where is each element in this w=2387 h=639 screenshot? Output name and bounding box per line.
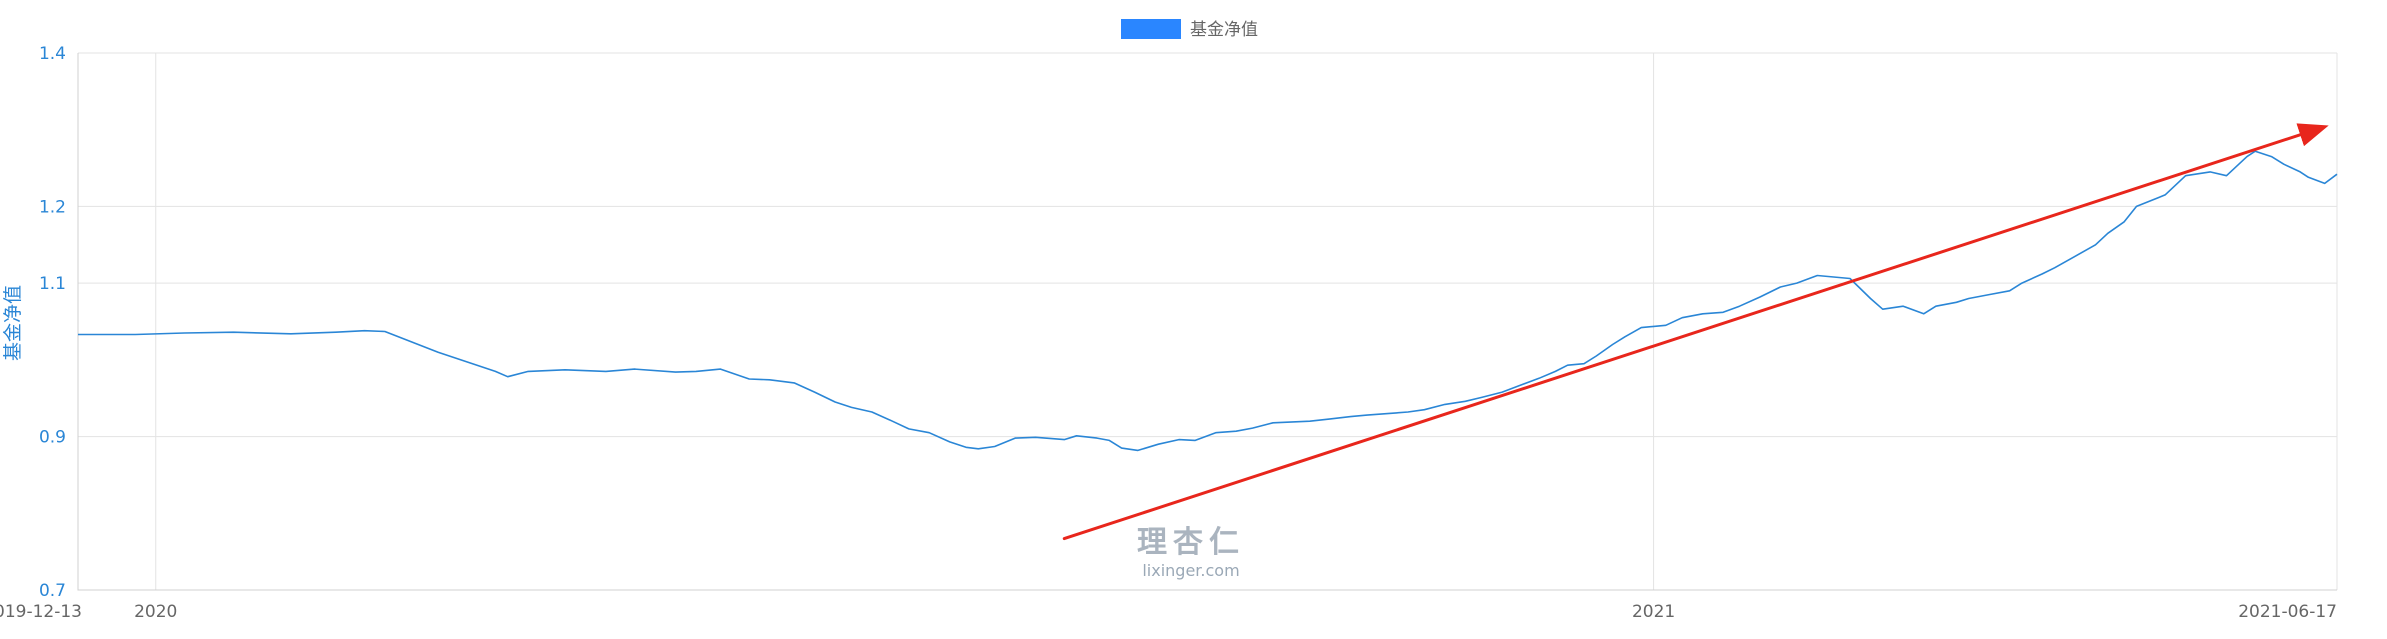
y-tick-label: 1.4 bbox=[39, 44, 66, 64]
series-line-fund-nav bbox=[78, 150, 2338, 452]
fund-nav-chart: 基金净值 0.70.91.11.21.4 2019-12-13202020212… bbox=[0, 19, 2338, 622]
y-tick-label: 1.1 bbox=[39, 274, 66, 294]
x-tick-label: 2021-06-17 bbox=[2238, 602, 2337, 622]
legend[interactable]: 基金净值 bbox=[1121, 19, 1258, 40]
svg-text:lixinger.com: lixinger.com bbox=[1142, 561, 1239, 580]
axis-lines bbox=[77, 53, 2337, 591]
svg-text:理杏仁: 理杏仁 bbox=[1137, 525, 1245, 560]
y-axis: 0.7 0.9 1.1 1.2 1.4 bbox=[39, 44, 66, 601]
lixinger-watermark-logo: 理杏仁 lixinger.com bbox=[1137, 525, 1245, 580]
x-tick-label: 2020 bbox=[134, 602, 177, 622]
x-tick-label: 2021 bbox=[1632, 602, 1675, 622]
grid bbox=[77, 52, 2338, 591]
x-axis: 2019-12-13 2020 2021 2021-06-17 bbox=[0, 602, 2337, 622]
trend-arrow-annotation bbox=[1062, 123, 2329, 541]
y-tick-label: 1.2 bbox=[39, 197, 66, 217]
legend-label: 基金净值 bbox=[1190, 20, 1258, 40]
y-axis-label: 基金净值 bbox=[2, 285, 24, 361]
y-tick-label: 0.9 bbox=[39, 428, 66, 448]
legend-swatch bbox=[1121, 19, 1181, 39]
y-tick-label: 0.7 bbox=[39, 581, 66, 601]
x-tick-label: 2019-12-13 bbox=[0, 602, 82, 622]
